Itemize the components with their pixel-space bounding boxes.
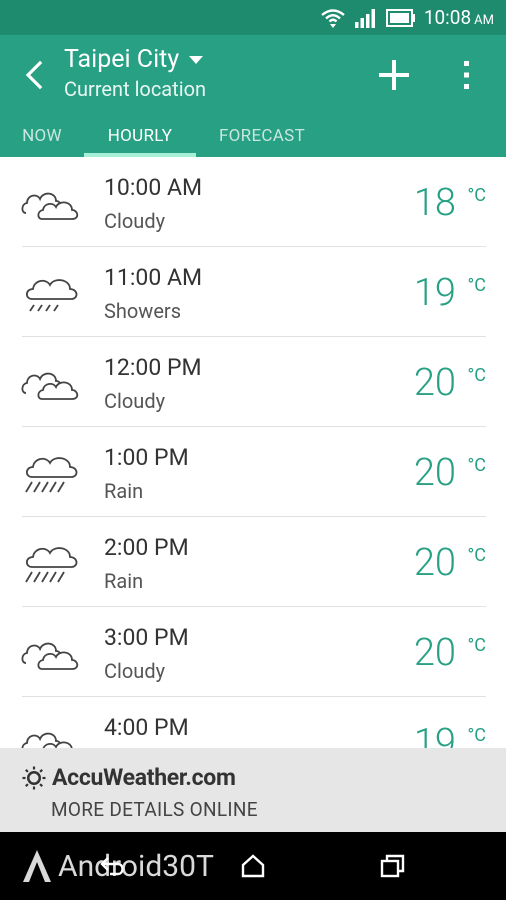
signal-icon	[354, 8, 378, 28]
hour-time: 11:00 AM	[104, 264, 203, 291]
temp-unit: °C	[467, 545, 486, 566]
clock-ampm: AM	[474, 13, 494, 28]
hourly-row[interactable]: 12:00 PM Cloudy 20 °C	[0, 337, 506, 427]
location-subtitle: Current location	[64, 77, 207, 101]
clock-time: 10:08	[423, 6, 472, 29]
hourly-row[interactable]: 4:00 PM 19 °C	[0, 697, 506, 748]
showers-icon	[25, 279, 78, 312]
temp-unit: °C	[467, 275, 486, 296]
temp-unit: °C	[467, 455, 486, 476]
app-bar: Taipei City Current location NOW HOURLY …	[0, 35, 506, 157]
hourly-row[interactable]: 10:00 AM Cloudy 18 °C	[0, 157, 506, 247]
hourly-row[interactable]: 2:00 PM Rain 20 °C	[0, 517, 506, 607]
nav-home-button[interactable]	[228, 846, 278, 886]
temp-unit: °C	[467, 185, 486, 206]
hour-temp: 18	[413, 181, 456, 225]
hour-condition: Cloudy	[104, 209, 166, 233]
overflow-menu-button[interactable]	[452, 53, 482, 97]
hour-temp: 20	[413, 361, 456, 405]
battery-icon	[385, 8, 416, 27]
add-city-button[interactable]	[374, 53, 414, 97]
hour-time: 4:00 PM	[104, 714, 189, 741]
more-details-link[interactable]: MORE DETAILS ONLINE	[51, 798, 258, 821]
cloudy-icon	[21, 192, 79, 220]
chevron-left-icon	[25, 60, 43, 90]
hour-condition: Rain	[104, 479, 144, 503]
temp-unit: °C	[467, 365, 486, 386]
android-logo-icon	[23, 850, 51, 882]
cloudy-icon	[21, 372, 79, 400]
hour-condition: Cloudy	[104, 389, 166, 413]
hour-time: 1:00 PM	[104, 444, 189, 471]
hour-time: 10:00 AM	[104, 174, 203, 201]
wifi-icon	[320, 7, 346, 29]
hour-temp: 19	[413, 271, 456, 315]
hour-time: 12:00 PM	[104, 354, 202, 381]
hourly-row[interactable]: 1:00 PM Rain 20 °C	[0, 427, 506, 517]
hour-condition: Rain	[104, 569, 144, 593]
hourly-list[interactable]: 10:00 AM Cloudy 18 °C 11:00 AM Showers 1…	[0, 157, 506, 748]
home-icon	[241, 854, 265, 878]
hour-temp: 20	[413, 451, 456, 495]
accuweather-brand: AccuWeather.com	[52, 764, 236, 791]
back-button[interactable]	[14, 53, 54, 97]
hour-temp: 19	[413, 721, 456, 748]
temp-unit: °C	[467, 635, 486, 656]
recent-apps-icon	[380, 854, 405, 878]
plus-icon	[379, 60, 409, 90]
nav-back-button[interactable]	[88, 846, 138, 886]
hour-temp: 20	[413, 631, 456, 675]
rain-icon	[25, 547, 78, 583]
accuweather-banner[interactable]: AccuWeather.com MORE DETAILS ONLINE	[0, 748, 506, 832]
cloudy-icon	[21, 642, 79, 670]
clock: 10:08 AM	[424, 6, 494, 29]
hourly-row[interactable]: 11:00 AM Showers 19 °C	[0, 247, 506, 337]
tab-forecast[interactable]: FORECAST	[206, 115, 318, 157]
navigation-bar: Android30T	[0, 832, 506, 900]
hourly-row[interactable]: 3:00 PM Cloudy 20 °C	[0, 607, 506, 697]
nav-recents-button[interactable]	[368, 846, 418, 886]
cloudy-icon	[21, 732, 73, 748]
hour-condition: Cloudy	[104, 659, 166, 683]
sun-icon	[22, 766, 46, 789]
tab-hourly[interactable]: HOURLY	[84, 115, 196, 157]
tab-now[interactable]: NOW	[6, 115, 78, 157]
hour-temp: 20	[413, 541, 456, 585]
tab-bar: NOW HOURLY FORECAST	[0, 115, 506, 157]
dropdown-arrow-icon	[189, 55, 204, 64]
hour-time: 2:00 PM	[104, 534, 189, 561]
city-name: Taipei City	[64, 45, 180, 74]
hour-condition: Showers	[104, 299, 182, 323]
back-arrow-icon	[100, 857, 124, 876]
accuweather-logo: AccuWeather.com	[22, 764, 236, 791]
temp-unit: °C	[467, 725, 486, 746]
location-selector[interactable]: Taipei City Current location	[64, 45, 206, 101]
hour-time: 3:00 PM	[104, 624, 189, 651]
status-bar: 10:08 AM	[0, 0, 506, 35]
rain-icon	[25, 457, 78, 493]
more-vertical-icon	[464, 61, 469, 89]
